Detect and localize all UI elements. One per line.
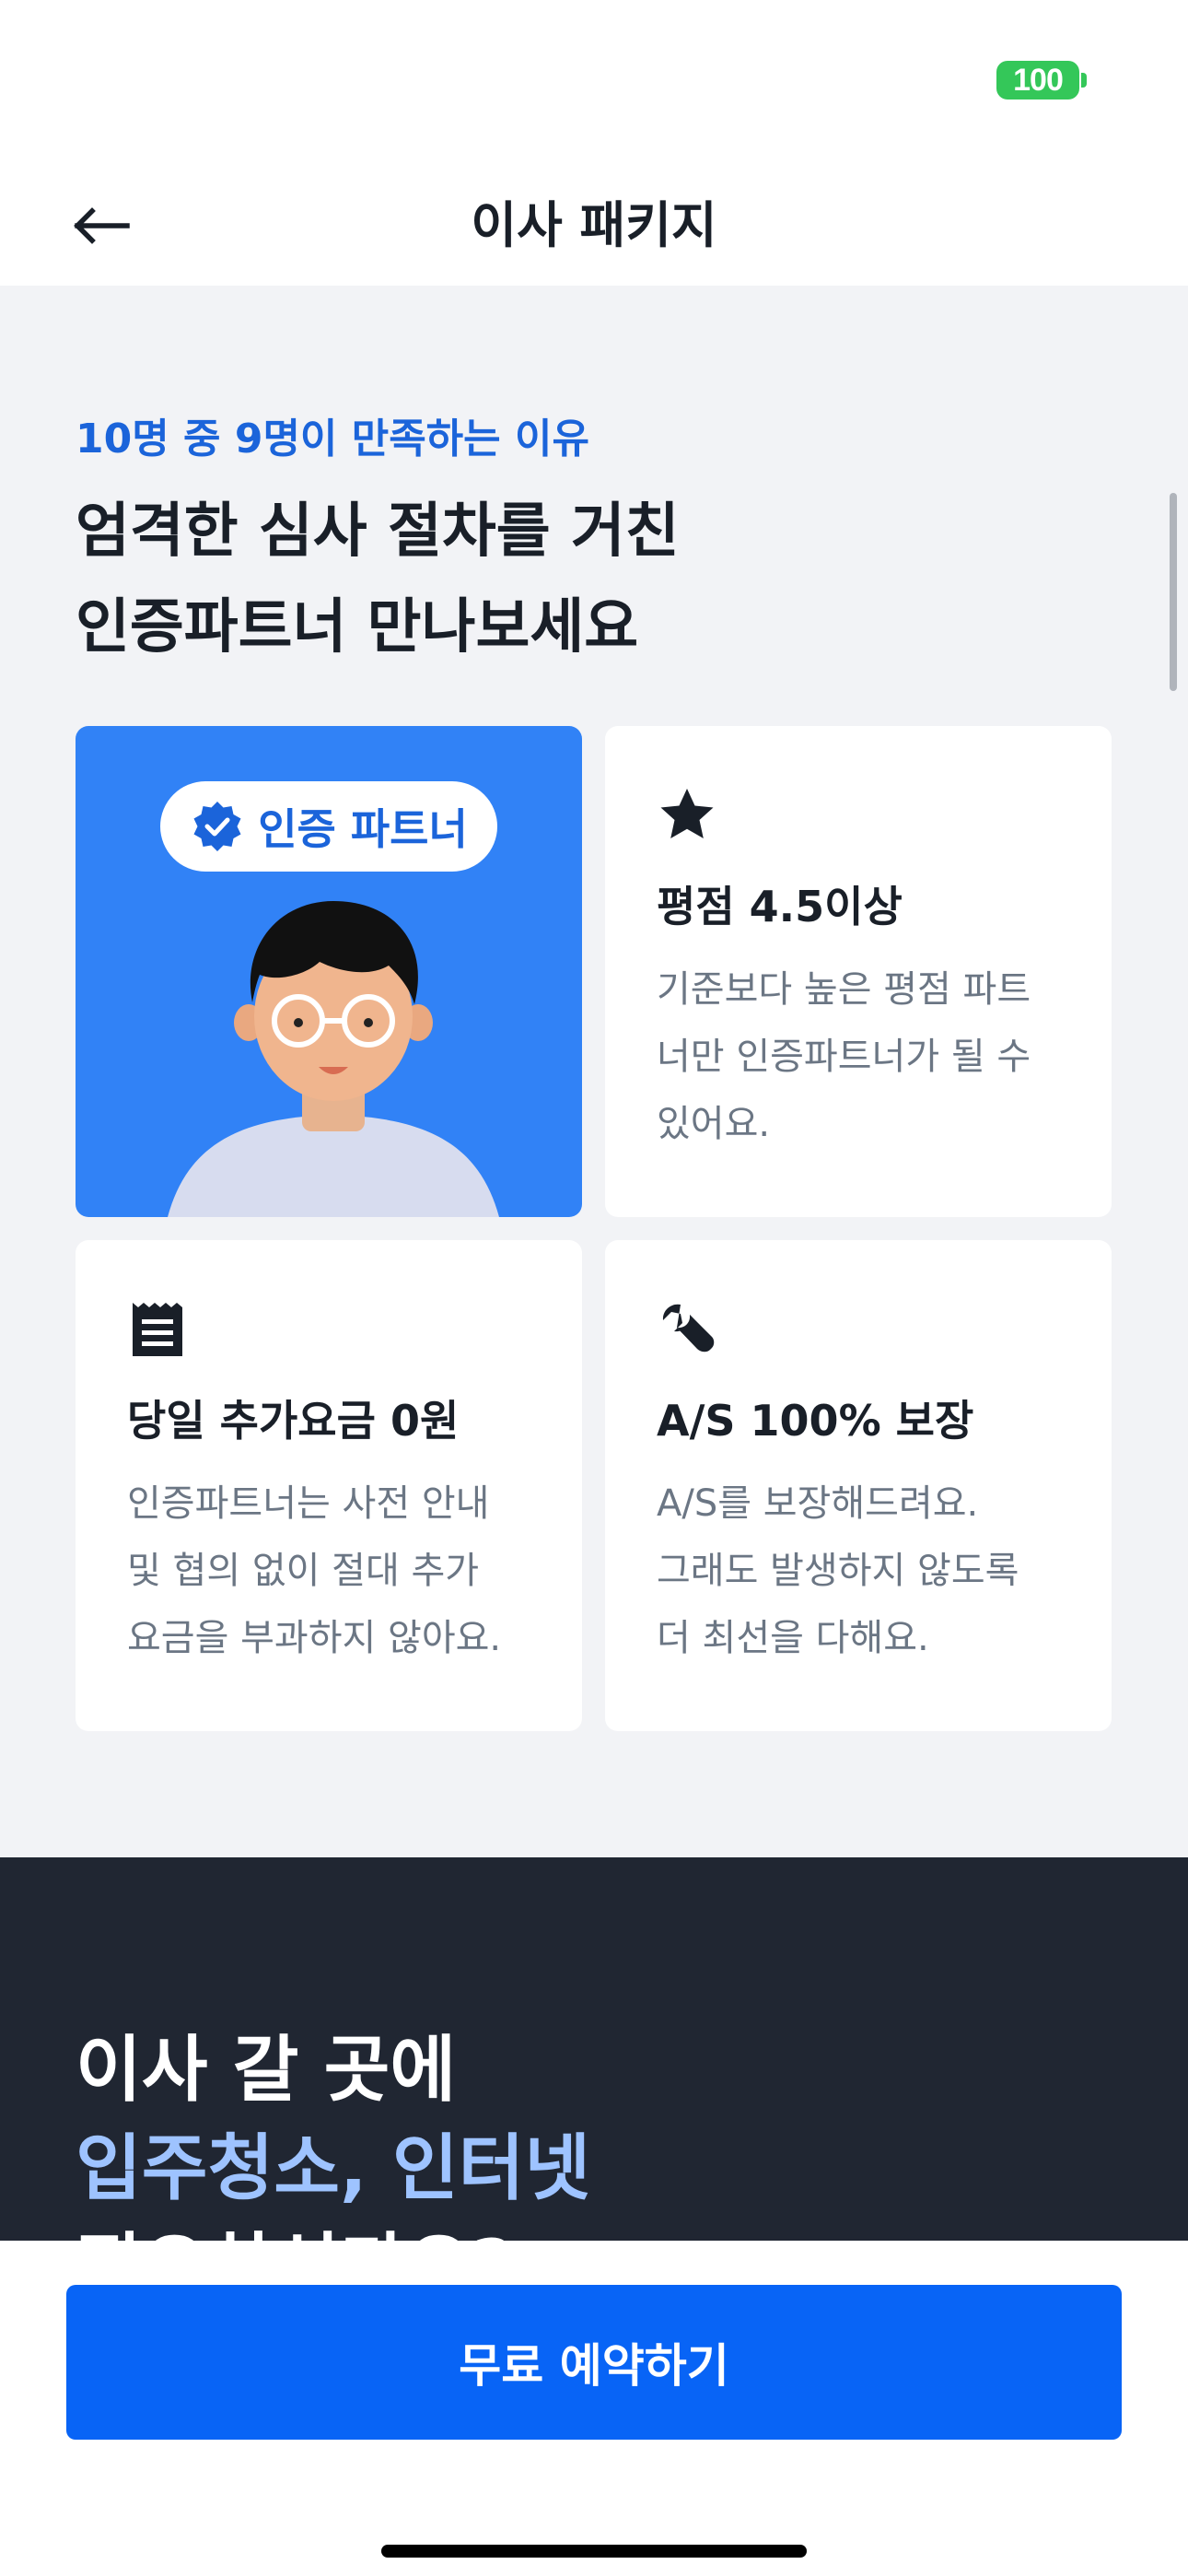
battery-level: 100 [1013, 62, 1064, 98]
feature-description-line: 더 최선을 다해요. [657, 1617, 929, 1659]
feature-description: 기준보다 높은 평점 파트 너만 인증파트너가 될 수 있어요. [657, 956, 1080, 1158]
wrench-icon [662, 1304, 715, 1352]
back-button[interactable] [64, 193, 138, 258]
promo-section: 이사 갈 곳에 입주청소, 인터넷 필요하신가요? [0, 1857, 1188, 2244]
promo-line-1: 이사 갈 곳에 [76, 2029, 457, 2112]
feature-title: 당일 추가요금 0원 [127, 1396, 460, 1446]
feature-card-rating: 평점 4.5이상 기준보다 높은 평점 파트 너만 인증파트너가 될 수 있어요… [605, 726, 1112, 1217]
feature-title: 평점 4.5이상 [657, 882, 903, 931]
home-indicator[interactable] [381, 2545, 807, 2558]
receipt-icon [133, 1303, 182, 1356]
feature-card-as-guarantee: A/S 100% 보장 A/S를 보장해드려요. 그래도 발생하지 않도록 더 … [605, 1240, 1112, 1731]
feature-description-line: 및 협의 없이 절대 추가 [127, 1550, 480, 1592]
bottom-cta-bar: 무료 예약하기 [0, 2241, 1188, 2576]
feature-description-line: 기준보다 높은 평점 파트 [657, 968, 1031, 1011]
badge-label: 인증 파트너 [258, 804, 468, 854]
headline-line-2: 인증파트너 만나보세요 [76, 593, 639, 662]
free-reservation-button[interactable]: 무료 예약하기 [66, 2285, 1122, 2440]
feature-card-no-extra-fee: 당일 추가요금 0원 인증파트너는 사전 안내 및 협의 없이 절대 추가 요금… [76, 1240, 582, 1731]
scroll-indicator[interactable] [1170, 493, 1177, 691]
battery-cap [1081, 73, 1087, 88]
back-arrow-icon [74, 207, 130, 244]
section-eyebrow: 10명 중 9명이 만족하는 이유 [76, 416, 589, 463]
feature-description-line: 너만 인증파트너가 될 수 [657, 1036, 1031, 1078]
feature-description-line: 그래도 발생하지 않도록 [657, 1550, 1019, 1592]
verified-check-icon [193, 802, 241, 851]
nav-bar: 이사 패키지 [0, 166, 1188, 286]
feature-description-line: 있어요. [657, 1103, 771, 1145]
certified-partner-badge: 인증 파트너 [160, 781, 497, 872]
section-headline: 엄격한 심사 절차를 거친 인증파트너 만나보세요 [76, 484, 996, 675]
feature-description-line: 인증파트너는 사전 안내 [127, 1482, 490, 1525]
partner-avatar [168, 901, 499, 1217]
status-bar: 100 [0, 0, 1188, 166]
promo-line-3: 필요하신가요? [76, 2209, 514, 2244]
battery-icon: 100 [996, 61, 1079, 100]
feature-description: A/S를 보장해드려요. 그래도 발생하지 않도록 더 최선을 다해요. [657, 1470, 1080, 1672]
feature-title: A/S 100% 보장 [657, 1396, 974, 1446]
feature-description: 인증파트너는 사전 안내 및 협의 없이 절대 추가 요금을 부과하지 않아요. [127, 1470, 551, 1672]
cta-label: 무료 예약하기 [459, 2339, 729, 2393]
feature-description-line: A/S를 보장해드려요. [657, 1482, 979, 1525]
star-icon [660, 789, 714, 838]
certified-partner-card: 인증 파트너 [76, 726, 582, 1217]
headline-line-1: 엄격한 심사 절차를 거친 [76, 498, 680, 566]
feature-description-line: 요금을 부과하지 않아요. [127, 1617, 502, 1659]
page-title: 이사 패키지 [471, 196, 717, 254]
promo-line-highlight: 입주청소, 인터넷 [76, 2127, 591, 2210]
